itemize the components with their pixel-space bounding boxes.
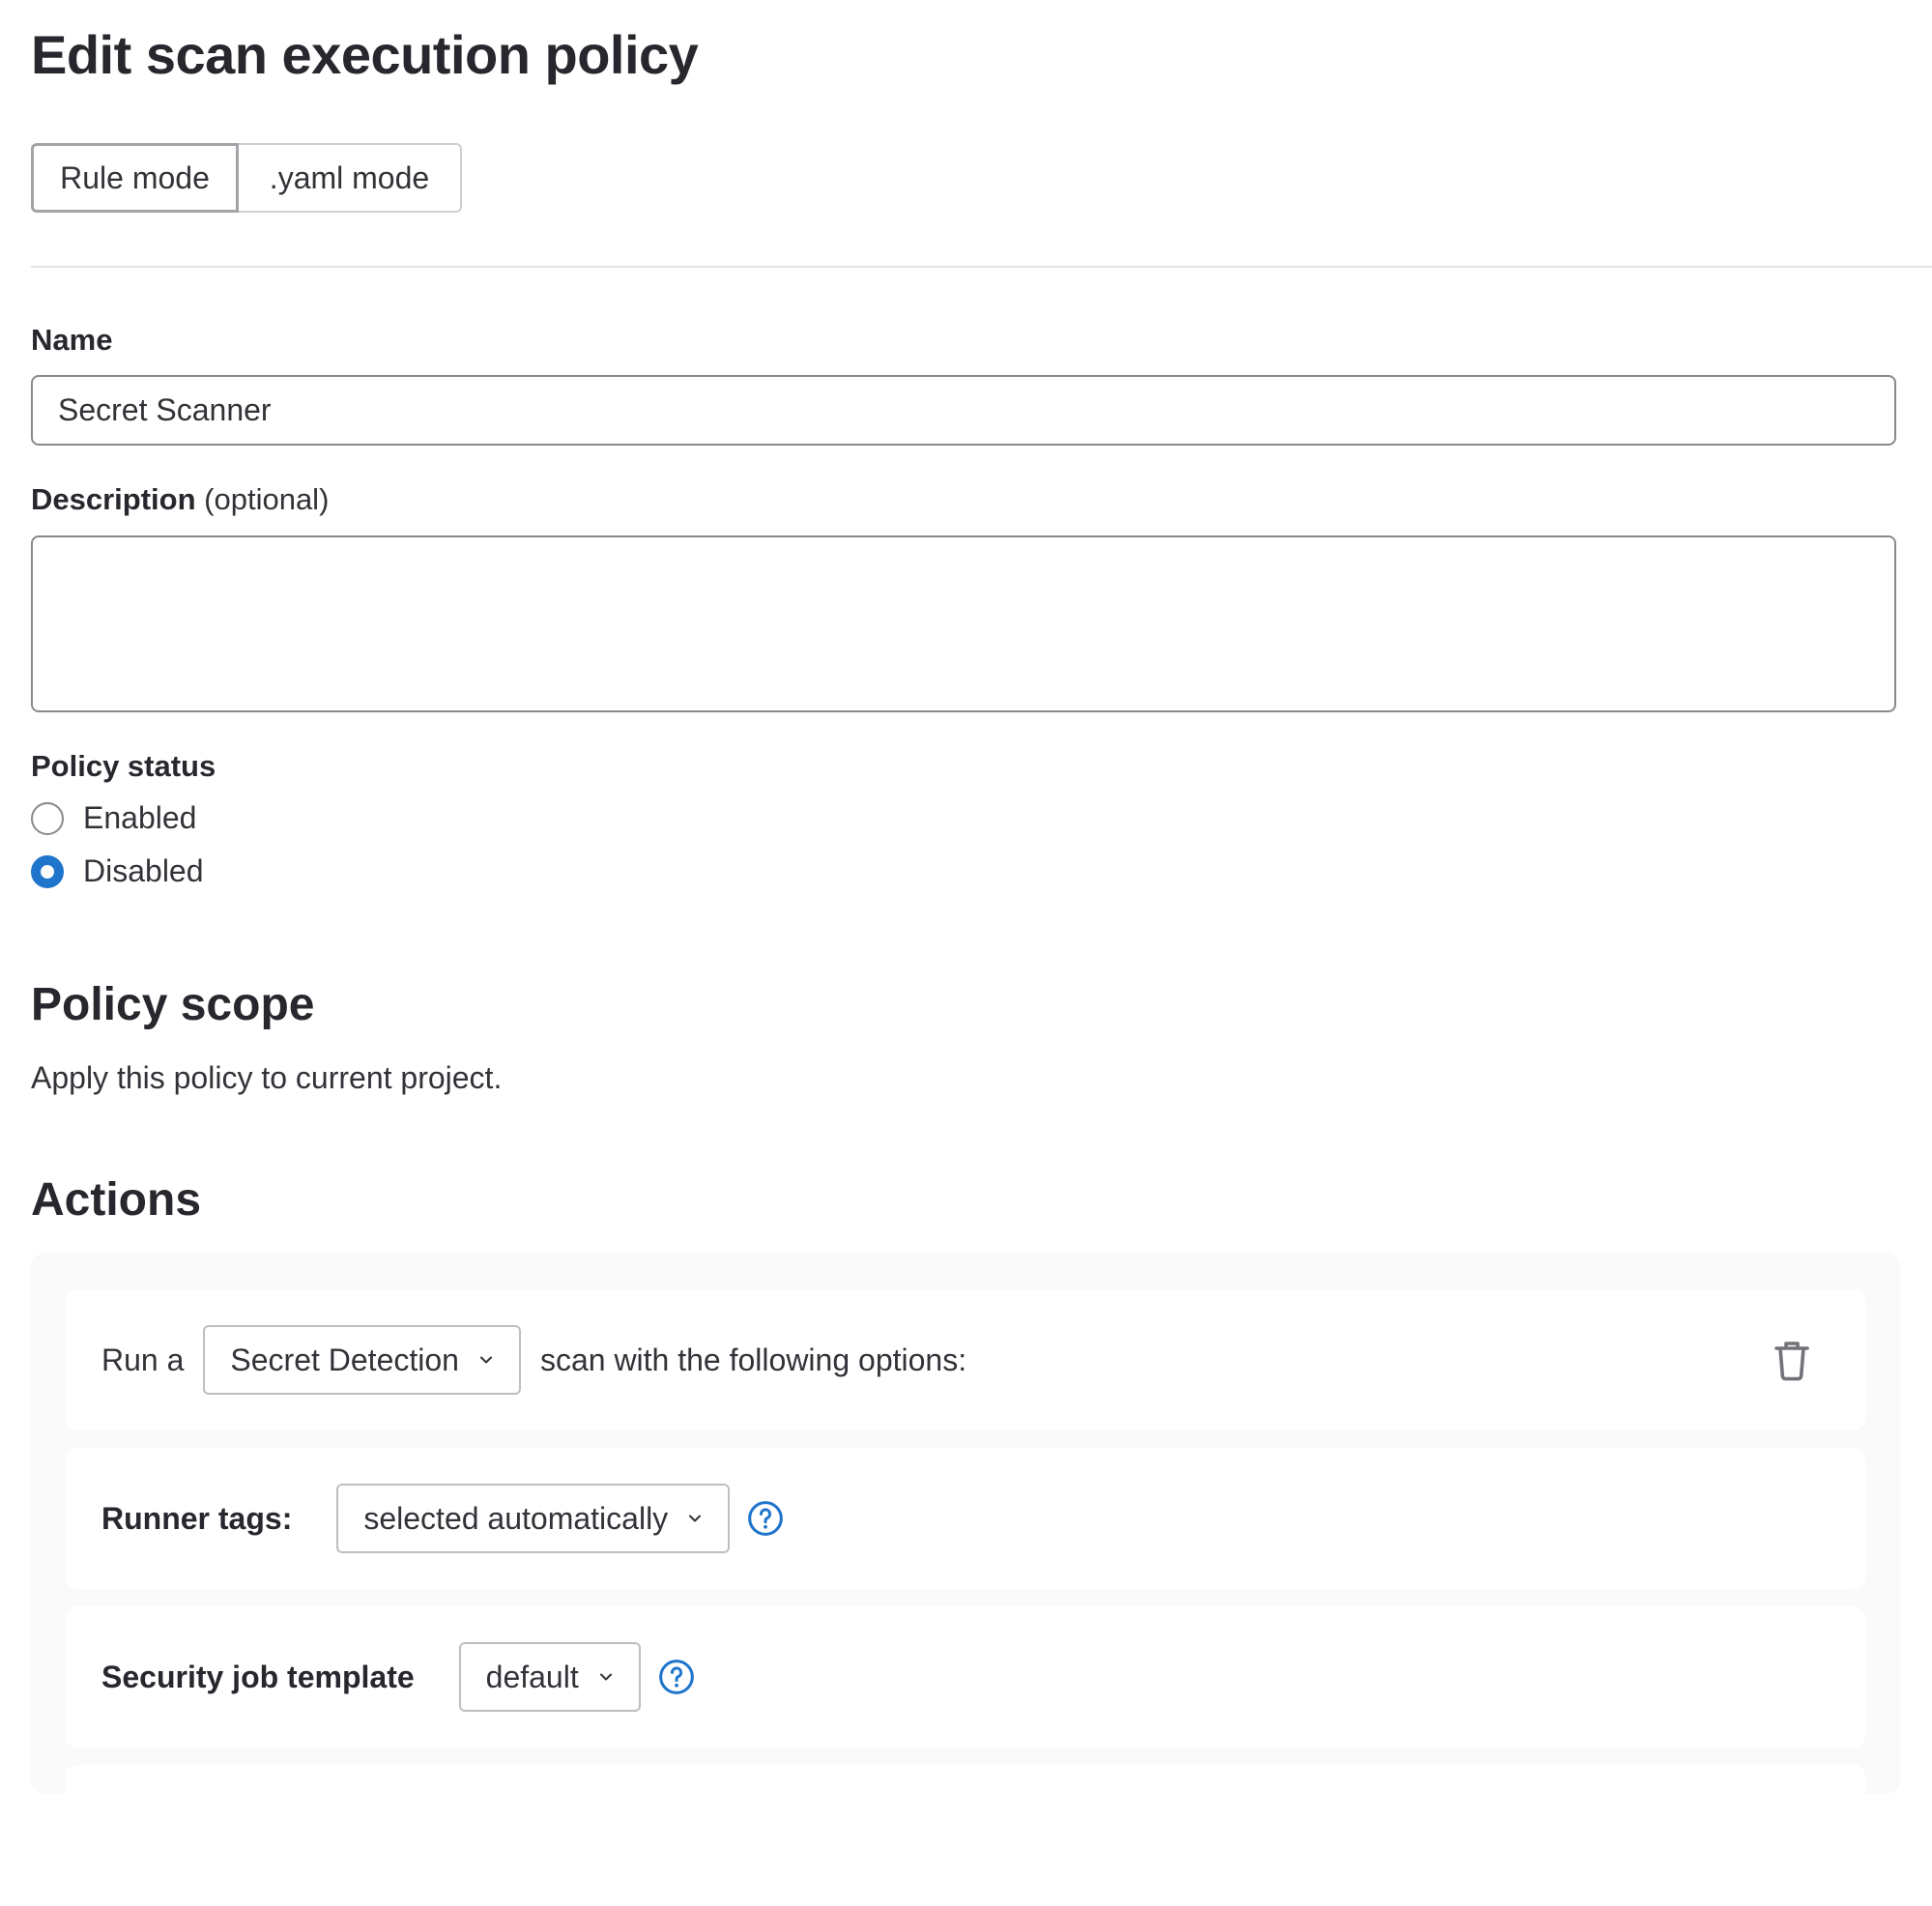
runner-tags-value: selected automatically — [363, 1500, 669, 1536]
policy-scope-heading: Policy scope — [31, 979, 315, 1030]
radio-checked-icon[interactable] — [31, 854, 64, 888]
trash-icon[interactable] — [1773, 1339, 1811, 1381]
actions-heading: Actions — [31, 1174, 202, 1226]
next-card — [66, 1765, 1865, 1906]
policy-status-label: Policy status — [31, 749, 216, 783]
policy-scope-text: Apply this policy to current project. — [31, 1060, 503, 1095]
rule-mode-button[interactable]: Rule mode — [31, 143, 239, 213]
scan-action-card: Run a Secret Detection scan with the fol… — [66, 1289, 1865, 1430]
radio-disabled-label: Disabled — [83, 853, 204, 888]
radio-disabled[interactable]: Disabled — [31, 853, 204, 889]
description-textarea[interactable] — [31, 535, 1896, 712]
mode-toggle: Rule mode .yaml mode — [31, 143, 462, 213]
name-label: Name — [31, 323, 113, 357]
scan-suffix-text: scan with the following options: — [539, 1342, 967, 1377]
radio-enabled[interactable]: Enabled — [31, 800, 196, 836]
chevron-down-icon — [479, 1356, 492, 1364]
description-label-text: Description — [31, 482, 196, 516]
job-template-label: Security job template — [101, 1659, 415, 1694]
description-label: Description (optional) — [31, 482, 329, 517]
name-input[interactable] — [31, 375, 1896, 446]
run-a-text: Run a — [101, 1342, 185, 1377]
divider — [31, 266, 1932, 268]
radio-unchecked-icon[interactable] — [31, 801, 64, 835]
radio-enabled-label: Enabled — [83, 800, 197, 835]
runner-tags-label: Runner tags: — [101, 1500, 293, 1536]
runner-tags-dropdown[interactable]: selected automatically — [336, 1484, 731, 1553]
page-title: Edit scan execution policy — [31, 24, 699, 85]
question-circle-icon[interactable] — [658, 1659, 695, 1695]
scan-type-dropdown[interactable]: Secret Detection — [203, 1325, 521, 1395]
job-template-card: Security job template default — [66, 1606, 1865, 1747]
runner-tags-card: Runner tags: selected automatically — [66, 1448, 1865, 1589]
job-template-dropdown[interactable]: default — [458, 1642, 641, 1712]
optional-suffix: (optional) — [204, 482, 330, 516]
chevron-down-icon — [599, 1673, 612, 1681]
job-template-value: default — [485, 1659, 579, 1694]
scan-type-value: Secret Detection — [230, 1342, 459, 1377]
yaml-mode-button[interactable]: .yaml mode — [239, 143, 462, 213]
question-circle-icon[interactable] — [747, 1500, 784, 1537]
chevron-down-icon — [689, 1515, 702, 1522]
